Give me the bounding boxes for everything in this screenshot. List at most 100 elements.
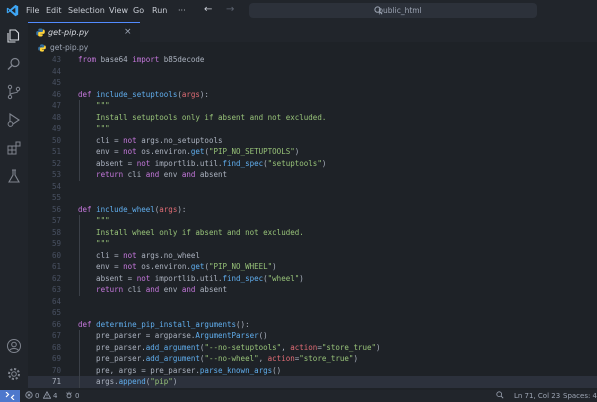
code-line[interactable]: 71 args.append("pip"): [28, 376, 597, 388]
code-line[interactable]: 50 cli = not args.no_setuptools: [28, 135, 597, 147]
code-line[interactable]: 55: [28, 192, 597, 204]
code-token: Install setuptools only if absent and no…: [78, 112, 327, 122]
code-text: def include_wheel(args):: [78, 204, 186, 216]
code-token: and: [181, 285, 196, 294]
account-icon[interactable]: [6, 338, 22, 354]
code-token: pre_parser.: [78, 342, 146, 352]
code-token: base64: [96, 55, 133, 64]
cursor-position[interactable]: Ln 71, Col 23: [514, 390, 560, 402]
code-line[interactable]: 49 """: [28, 123, 597, 135]
run-debug-icon[interactable]: [6, 112, 22, 128]
ports-count[interactable]: 0: [75, 390, 79, 402]
code-token: ArgumentParser: [195, 331, 259, 340]
code-line[interactable]: 61 env = not os.environ.get("PIP_NO_WHEE…: [28, 261, 597, 273]
code-line[interactable]: 46 def include_setuptools(args):: [28, 89, 597, 101]
code-line[interactable]: 54: [28, 181, 597, 193]
settings-gear-icon[interactable]: [6, 366, 22, 382]
line-number: 58: [51, 227, 61, 237]
menu-file[interactable]: File: [26, 5, 39, 17]
menu-more[interactable]: ···: [178, 5, 186, 17]
menu-run[interactable]: Run: [152, 5, 167, 17]
code-token: from: [78, 55, 97, 64]
code-line[interactable]: 67 pre_parser = argparse.ArgumentParser(…: [28, 330, 597, 342]
remote-icon: [5, 392, 15, 400]
command-center-label: public_html: [378, 6, 422, 15]
menu-selection[interactable]: Selection: [68, 5, 105, 17]
testing-icon[interactable]: [6, 168, 22, 184]
warnings-count[interactable]: 4: [53, 390, 57, 402]
code-line[interactable]: 47 """: [28, 100, 597, 112]
menu-go[interactable]: Go: [133, 5, 144, 17]
code-line[interactable]: 57 """: [28, 215, 597, 227]
code-text: env = not os.environ.get("PIP_NO_WHEEL"): [78, 261, 277, 273]
code-token: """: [78, 124, 110, 133]
code-line[interactable]: 56 def include_wheel(args):: [28, 204, 597, 216]
code-editor[interactable]: 43 from base64 import b85decode 44 45 46 def …: [28, 53, 597, 390]
search-icon[interactable]: [6, 56, 22, 72]
extensions-icon[interactable]: [6, 140, 22, 156]
code-line[interactable]: 63 return cli and env and absent: [28, 284, 597, 296]
code-token: ():: [236, 319, 250, 329]
menu-edit[interactable]: Edit: [46, 5, 62, 17]
code-text: """: [78, 238, 110, 250]
code-text: pre_parser.add_argument("--no-wheel", ac…: [78, 353, 358, 365]
python-file-icon: [38, 44, 46, 52]
code-line[interactable]: 69 pre_parser.add_argument("--no-wheel",…: [28, 353, 597, 365]
code-line[interactable]: 51 env = not os.environ.get("PIP_NO_SETU…: [28, 146, 597, 158]
code-line[interactable]: 44: [28, 66, 597, 78]
ports-icon: [65, 390, 73, 402]
code-line[interactable]: 59 """: [28, 238, 597, 250]
remote-indicator[interactable]: [0, 390, 20, 402]
warnings-icon: [42, 390, 52, 402]
errors-count[interactable]: 0: [35, 390, 39, 402]
code-line[interactable]: 65: [28, 307, 597, 319]
indent-guide: [79, 215, 80, 296]
tab-get-pip[interactable]: get-pip.py ×: [28, 22, 140, 42]
code-line[interactable]: 62 absent = not importlib.util.find_spec…: [28, 273, 597, 285]
breadcrumb-file[interactable]: get-pip.py: [50, 42, 88, 53]
indent-guide: [79, 330, 80, 388]
code-text: cli = not args.no_setuptools: [78, 135, 222, 147]
code-token: parse_known_args: [199, 365, 273, 375]
line-number: 70: [51, 365, 61, 375]
code-line[interactable]: 70 pre, args = pre_parser.parse_known_ar…: [28, 365, 597, 377]
nav-forward-icon[interactable]: →: [226, 4, 234, 16]
code-line[interactable]: 48 Install setuptools only if absent and…: [28, 112, 597, 124]
code-line[interactable]: 52 absent = not importlib.util.find_spec…: [28, 158, 597, 170]
code-text: Install wheel only if absent and not exc…: [78, 227, 304, 239]
command-center[interactable]: public_html: [249, 3, 537, 18]
code-text: """: [78, 215, 110, 227]
code-text: args.append("pip"): [78, 376, 177, 388]
code-token: not: [136, 158, 151, 168]
code-token: args: [181, 89, 200, 99]
code-line[interactable]: 58 Install wheel only if absent and not …: [28, 227, 597, 239]
nav-back-icon[interactable]: ←: [204, 4, 212, 16]
zoom-search-icon[interactable]: [496, 390, 504, 402]
code-line[interactable]: 66 def determine_pip_install_arguments():: [28, 319, 597, 331]
code-token: os.environ.: [136, 262, 191, 271]
code-line[interactable]: 64: [28, 296, 597, 308]
code-line[interactable]: 68 pre_parser.add_argument("--no-setupto…: [28, 342, 597, 354]
indentation[interactable]: Spaces: 4: [563, 390, 597, 402]
code-token: env =: [78, 262, 124, 271]
explorer-icon[interactable]: [6, 28, 22, 44]
code-token: absent =: [78, 158, 137, 168]
errors-icon: [25, 390, 33, 402]
code-token: import: [132, 55, 160, 64]
code-token: "PIP_NO_WHEEL": [208, 262, 273, 271]
code-token: determine_pip_install_arguments: [96, 319, 237, 329]
code-line[interactable]: 60 cli = not args.no_wheel: [28, 250, 597, 262]
code-line[interactable]: 43 from base64 import b85decode: [28, 54, 597, 66]
code-token: pre_parser = argparse.: [78, 331, 196, 340]
code-token: (): [272, 365, 282, 375]
tab-close-icon[interactable]: ×: [124, 26, 132, 38]
code-token: ): [353, 354, 358, 363]
menu-view[interactable]: View: [109, 5, 128, 17]
code-text: return cli and env and absent: [78, 284, 227, 296]
code-line[interactable]: 45: [28, 77, 597, 89]
code-token: ): [376, 342, 381, 352]
code-line[interactable]: 53 return cli and env and absent: [28, 169, 597, 181]
source-control-icon[interactable]: [6, 84, 22, 100]
code-token: ):: [199, 89, 209, 99]
code-token: env: [159, 170, 182, 179]
